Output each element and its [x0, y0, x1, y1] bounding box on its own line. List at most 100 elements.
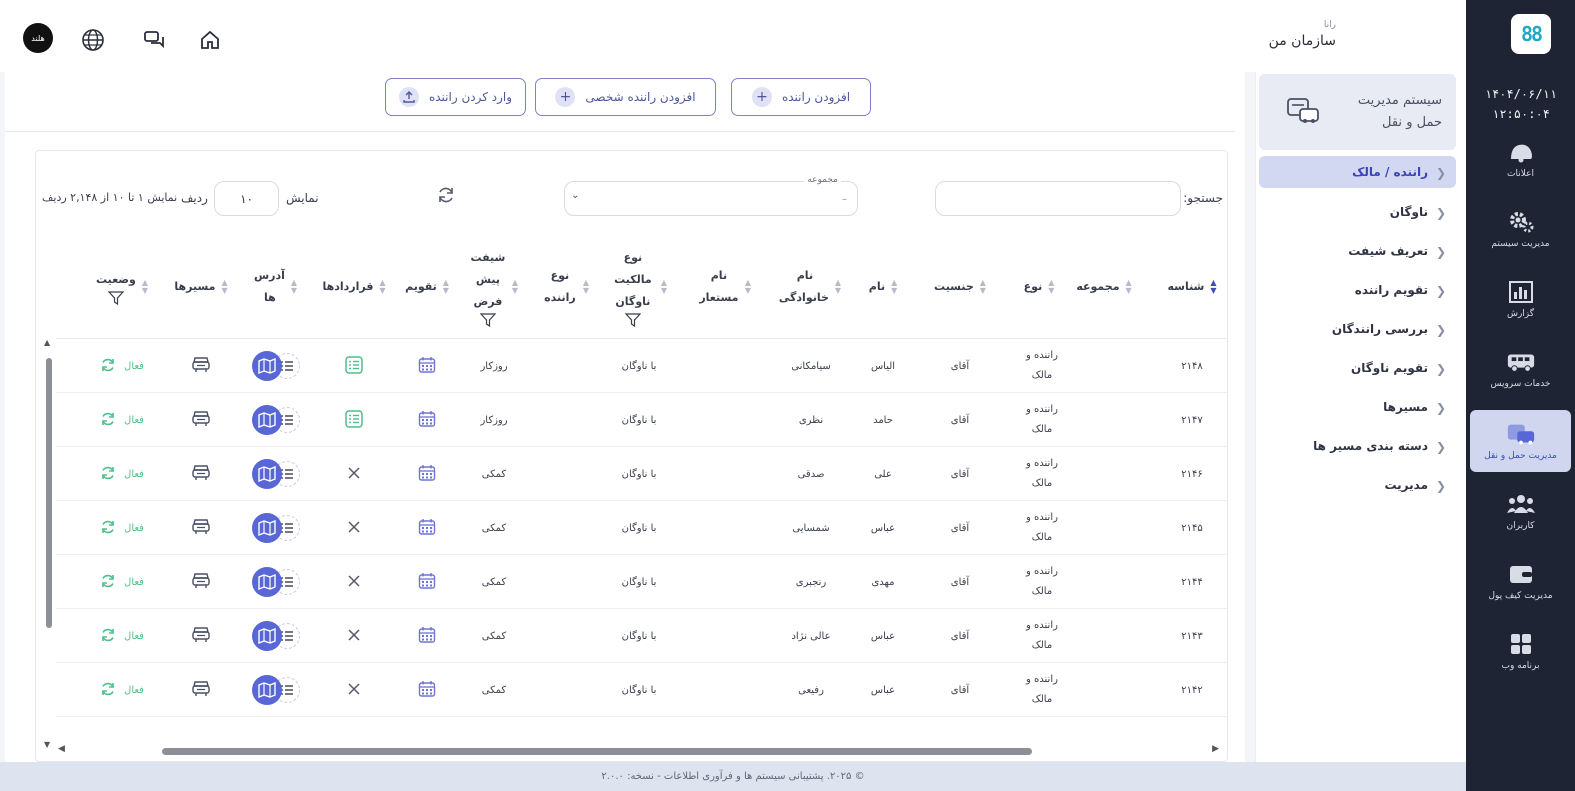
chevron-left-icon: ❮: [1435, 401, 1446, 415]
subnav-fleet[interactable]: ❮ ناوگان: [1259, 196, 1456, 228]
route-icon[interactable]: [191, 464, 211, 485]
cell-type: راننده و مالک: [1007, 555, 1077, 609]
search-input[interactable]: [935, 181, 1181, 216]
table-row[interactable]: ۲۱۴۸ راننده و مالک آقای الیاس سیامکانی با ناوگ…: [56, 339, 1227, 393]
subnav-route-categories[interactable]: ❮ دسته بندی مسیر ها: [1259, 430, 1456, 462]
column-header-alias[interactable]: نام مستعار ▲ ▼: [685, 235, 765, 339]
table-row[interactable]: راننده و: [56, 717, 1227, 731]
column-header-contracts[interactable]: قراردادها ▲ ▼: [313, 235, 395, 339]
sync-icon[interactable]: [100, 465, 116, 484]
route-icon[interactable]: [191, 518, 211, 539]
column-header-fleet-ownership[interactable]: نوع مالکیت ناوگان ▲ ▼: [599, 235, 679, 339]
organization-switcher[interactable]: رانا سازمان من: [1269, 20, 1336, 49]
sync-icon[interactable]: [100, 411, 116, 430]
subnav-management[interactable]: ❮ مدیریت: [1259, 469, 1456, 501]
column-header-name[interactable]: نام ▲ ▼: [853, 235, 913, 339]
type-line-2: مالک: [1031, 586, 1053, 597]
table-row[interactable]: ۲۱۴۴ راننده و مالک آقای مهدی رنجبری با ناوگان ک…: [56, 555, 1227, 609]
group-select[interactable]: مجموعه – ⌄: [564, 175, 858, 216]
rail-item-webapp[interactable]: برنامه وب: [1470, 620, 1571, 682]
column-header-status[interactable]: وضعیت ▲ ▼: [85, 235, 159, 339]
refresh-icon[interactable]: [434, 185, 456, 207]
subnav-driver-calendar[interactable]: ❮ تقویم راننده: [1259, 274, 1456, 306]
column-header-id[interactable]: شناسه ▲ ▼: [1157, 235, 1227, 339]
subnav-shift[interactable]: ❮ تعریف شیفت: [1259, 235, 1456, 267]
column-header-default-shift[interactable]: شیفت پیش فرض ▲ ▼: [459, 235, 529, 339]
route-icon[interactable]: [191, 626, 211, 647]
route-icon[interactable]: [191, 680, 211, 701]
column-header-addresses[interactable]: آدرس ها ▲ ▼: [243, 235, 309, 339]
rail-item-report[interactable]: گزارش: [1470, 268, 1571, 330]
vertical-scrollbar[interactable]: ▲ ▼: [44, 338, 54, 749]
map-icon[interactable]: [252, 621, 282, 651]
app-logo[interactable]: 88: [1511, 14, 1551, 54]
scroll-left-icon[interactable]: ◀: [58, 744, 65, 754]
user-avatar[interactable]: هلند: [22, 22, 54, 54]
subnav-driver-owner[interactable]: ❮ راننده / مالک: [1259, 156, 1456, 188]
calendar-icon[interactable]: [418, 464, 436, 485]
route-icon[interactable]: [191, 572, 211, 593]
calendar-icon[interactable]: [418, 356, 436, 377]
scrollbar-thumb[interactable]: [162, 748, 1032, 755]
add-driver-button[interactable]: + افزودن راننده: [731, 78, 871, 116]
sync-icon[interactable]: [100, 681, 116, 700]
contract-icon[interactable]: [344, 409, 364, 432]
sync-icon[interactable]: [100, 357, 116, 376]
column-header-calendar[interactable]: تقویم ▲ ▼: [397, 235, 457, 339]
cell-id: ۲۱۴۷: [1181, 414, 1203, 426]
sync-icon[interactable]: [100, 573, 116, 592]
table-row[interactable]: ۲۱۴۵ راننده و مالک آقای عباس شمسایی با ناوگان ک…: [56, 501, 1227, 555]
rail-item-wallet[interactable]: مدیریت کیف پول: [1470, 550, 1571, 612]
add-personal-driver-button[interactable]: + افزودن راننده شخصی: [535, 78, 716, 116]
calendar-icon[interactable]: [418, 518, 436, 539]
subnav-driver-review[interactable]: ❮ بررسی رانندگان: [1259, 313, 1456, 345]
map-icon[interactable]: [252, 351, 282, 381]
subnav-routes[interactable]: ❮ مسیرها: [1259, 391, 1456, 423]
filter-icon[interactable]: [624, 313, 641, 327]
map-icon[interactable]: [252, 405, 282, 435]
column-header-family[interactable]: نام خانوادگی ▲ ▼: [771, 235, 851, 339]
column-header-gender[interactable]: جنسیت ▲ ▼: [925, 235, 995, 339]
subnav-label: تقویم ناوگان: [1351, 361, 1428, 375]
column-header-routes[interactable]: مسیرها ▲ ▼: [165, 235, 237, 339]
column-header-type[interactable]: نوع ▲ ▼: [1009, 235, 1069, 339]
rail-item-transport[interactable]: مدیریت حمل و نقل: [1470, 410, 1571, 472]
import-driver-button[interactable]: وارد کردن راننده: [385, 78, 526, 116]
chevron-left-icon: ❮: [1435, 440, 1446, 454]
route-icon[interactable]: [191, 356, 211, 377]
scroll-up-icon[interactable]: ▲: [44, 338, 50, 347]
sync-icon[interactable]: [100, 519, 116, 538]
rail-item-system[interactable]: مدیریت سیستم: [1470, 198, 1571, 260]
scroll-down-icon[interactable]: ▼: [44, 740, 50, 749]
calendar-icon[interactable]: [418, 410, 436, 431]
scroll-right-icon[interactable]: ▶: [1212, 744, 1219, 754]
column-header-driver-type[interactable]: نوع راننده ▲ ▼: [533, 235, 599, 339]
map-icon[interactable]: [252, 567, 282, 597]
filter-icon[interactable]: [479, 313, 496, 327]
map-icon[interactable]: [252, 513, 282, 543]
globe-icon[interactable]: [77, 24, 109, 56]
page-size-input[interactable]: ۱۰: [214, 181, 279, 216]
table-row[interactable]: ۲۱۴۲ راننده و مالک آقای عباس رفیعی با ناوگان کم…: [56, 663, 1227, 717]
calendar-icon[interactable]: [418, 572, 436, 593]
map-icon[interactable]: [252, 459, 282, 489]
table-row[interactable]: ۲۱۴۷ راننده و مالک آقای حامد نظری با ناوگان روز…: [56, 393, 1227, 447]
rail-item-notifications[interactable]: اعلانات: [1470, 128, 1571, 190]
contract-icon[interactable]: [344, 355, 364, 378]
chat-icon[interactable]: [138, 24, 170, 56]
calendar-icon[interactable]: [418, 680, 436, 701]
rail-item-services[interactable]: خدمات سرویس: [1470, 338, 1571, 400]
sync-icon[interactable]: [100, 627, 116, 646]
rail-item-users[interactable]: کاربران: [1470, 480, 1571, 542]
horizontal-scrollbar[interactable]: ◀ ▶: [58, 744, 1219, 757]
scrollbar-thumb[interactable]: [46, 358, 52, 628]
route-icon[interactable]: [191, 410, 211, 431]
table-row[interactable]: ۲۱۴۳ راننده و مالک آقای عباس عالی نژاد با ناوگ…: [56, 609, 1227, 663]
calendar-icon[interactable]: [418, 626, 436, 647]
subnav-fleet-calendar[interactable]: ❮ تقویم ناوگان: [1259, 352, 1456, 384]
map-icon[interactable]: [252, 675, 282, 705]
filter-icon[interactable]: [107, 291, 124, 305]
home-icon[interactable]: [194, 24, 226, 56]
table-row[interactable]: ۲۱۴۶ راننده و مالک آقای علی صدقی با ناوگان کمکی…: [56, 447, 1227, 501]
column-header-group[interactable]: مجموعه ▲ ▼: [1069, 235, 1139, 339]
